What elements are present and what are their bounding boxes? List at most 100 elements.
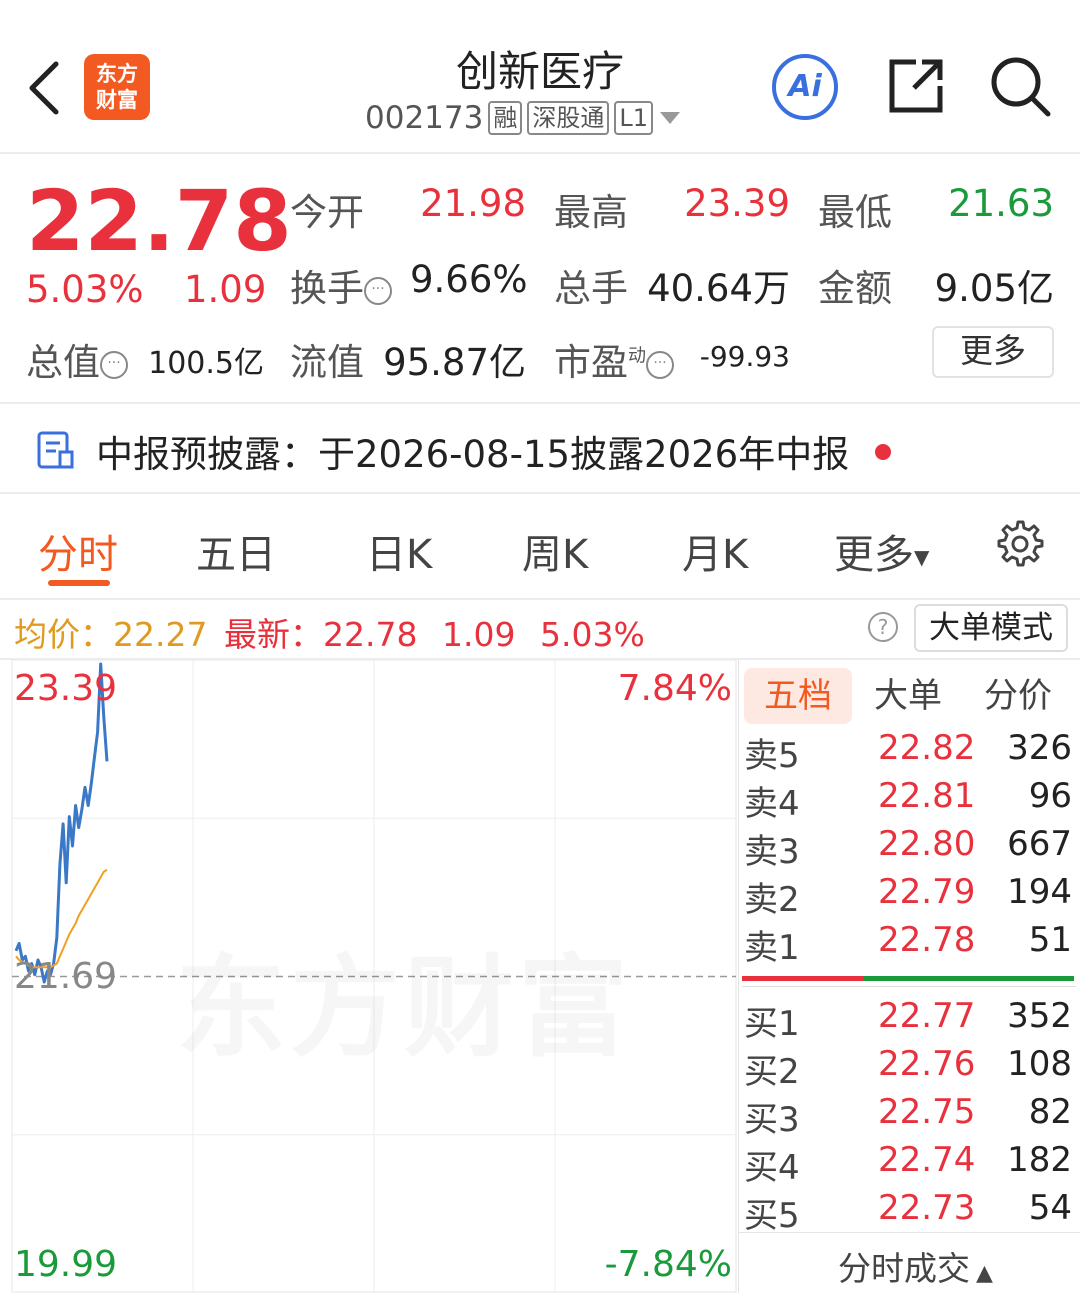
high-label: 最高 <box>554 191 628 234</box>
bid-level-row[interactable]: 买3 22.75 82 <box>738 1092 1080 1140</box>
time-sales-toggle[interactable]: 分时成交 ▲ <box>838 1242 993 1290</box>
tab-monthly-k[interactable]: 月K <box>682 522 748 580</box>
level-label: 卖4 <box>744 784 800 824</box>
level-label: 卖2 <box>744 880 800 920</box>
bid-level-row[interactable]: 买4 22.74 182 <box>738 1140 1080 1188</box>
ask-level-row[interactable]: 卖3 22.80 667 <box>738 824 1080 872</box>
turnover-value: 9.66% <box>410 258 528 301</box>
connect-tag: 深股通 <box>527 101 610 135</box>
y-axis-mid-label: 21.69 <box>14 956 118 997</box>
level-price: 22.74 <box>878 1140 976 1180</box>
book-separator <box>742 986 1076 987</box>
report-icon <box>37 431 74 469</box>
share-icon[interactable] <box>886 56 946 116</box>
more-quote-button[interactable]: 更多 <box>932 326 1054 378</box>
y-axis-top-label: 23.39 <box>14 668 118 709</box>
dropdown-triangle-icon[interactable] <box>658 110 682 126</box>
book-tab-big-orders[interactable]: 大单 <box>874 668 942 724</box>
book-tab-five-levels[interactable]: 五档 <box>744 668 852 724</box>
level-label: 买1 <box>744 1004 800 1044</box>
level-volume: 182 <box>1007 1140 1072 1180</box>
pe-label[interactable]: 市盈动 ··· <box>554 332 674 386</box>
level-price: 22.73 <box>878 1188 976 1228</box>
tab-five-day[interactable]: 五日 <box>196 522 276 580</box>
volume-label: 总手 <box>554 267 628 310</box>
level-price: 22.75 <box>878 1092 976 1132</box>
watermark: 东方财富 <box>176 918 632 1078</box>
stock-code: 002173 <box>365 100 484 136</box>
search-icon[interactable] <box>988 54 1052 118</box>
level-price: 22.82 <box>878 728 976 768</box>
tab-intraday[interactable]: 分时 <box>38 522 118 580</box>
latest-price: 最新：22.78 1.09 5.03% <box>224 615 645 654</box>
level-label: 买4 <box>744 1148 800 1188</box>
turnover-label[interactable]: 换手 ··· <box>290 258 392 312</box>
chart-tabs: 分时 五日 日K 周K 月K 更多▼ <box>0 494 1080 600</box>
level-volume: 352 <box>1007 996 1072 1036</box>
level-label: 买3 <box>744 1100 800 1140</box>
amount-value: 9.05亿 <box>934 267 1054 310</box>
level-label: 买5 <box>744 1196 800 1236</box>
stock-code-row[interactable]: 002173 融 深股通 L1 <box>365 100 682 136</box>
info-dots-icon[interactable]: ··· <box>646 350 674 379</box>
float-label: 流值 <box>290 341 364 384</box>
tab-weekly-k[interactable]: 周K <box>522 522 588 580</box>
notice-bar[interactable]: 中报预披露：于2026-08-15披露2026年中报 <box>0 404 1080 494</box>
level-price: 22.76 <box>878 1044 976 1084</box>
high-value: 23.39 <box>684 182 790 225</box>
bid-level-row[interactable]: 买5 22.73 54 <box>738 1188 1080 1236</box>
ask-level-row[interactable]: 卖4 22.81 96 <box>738 776 1080 824</box>
pct-axis-bottom-label: -7.84% <box>604 1244 732 1285</box>
unread-dot <box>875 444 891 460</box>
change-amount: 1.09 <box>184 268 267 311</box>
level-volume: 54 <box>1028 1188 1072 1228</box>
level-price: 22.81 <box>878 776 976 816</box>
pe-value: -99.93 <box>699 340 790 373</box>
big-order-mode-button[interactable]: 大单模式 <box>914 604 1068 652</box>
level-price: 22.78 <box>878 920 976 960</box>
change-percent: 5.03% <box>26 268 144 311</box>
level-label: 卖3 <box>744 832 800 872</box>
low-value: 21.63 <box>948 182 1054 225</box>
ask-level-row[interactable]: 卖2 22.79 194 <box>738 872 1080 920</box>
ask-level-row[interactable]: 卖5 22.82 326 <box>738 728 1080 776</box>
intraday-info-bar: 均价：22.27 最新：22.78 1.09 5.03% ? 大单模式 <box>0 600 1080 660</box>
bid-level-row[interactable]: 买1 22.77 352 <box>738 996 1080 1044</box>
quote-panel: 22.78 5.03% 1.09 今开 21.98 最高 23.39 最低 21… <box>0 154 1080 404</box>
caret-down-icon: ▼ <box>914 545 930 569</box>
ai-assistant-icon[interactable]: Ai <box>772 54 838 120</box>
open-value: 21.98 <box>420 182 526 225</box>
level-volume: 326 <box>1007 728 1072 768</box>
amount-label: 金额 <box>818 267 892 310</box>
info-dots-icon[interactable]: ··· <box>100 350 128 379</box>
tab-daily-k[interactable]: 日K <box>366 522 432 580</box>
level-volume: 667 <box>1007 824 1072 864</box>
level-label: 买2 <box>744 1052 800 1092</box>
bid-ratio-bar <box>864 976 1074 981</box>
ask-level-row[interactable]: 卖1 22.78 51 <box>738 920 1080 968</box>
book-tab-price-levels[interactable]: 分价 <box>984 668 1052 724</box>
low-label: 最低 <box>818 191 892 234</box>
help-icon[interactable]: ? <box>868 612 898 642</box>
level-price: 22.77 <box>878 996 976 1036</box>
level-price: 22.80 <box>878 824 976 864</box>
level-volume: 51 <box>1028 920 1072 960</box>
settings-gear-icon[interactable] <box>992 518 1044 570</box>
float-value: 95.87亿 <box>383 341 526 384</box>
level-volume: 82 <box>1028 1092 1072 1132</box>
tab-more[interactable]: 更多▼ <box>834 522 929 580</box>
order-book: 五档 大单 分价 卖5 22.82 326 卖4 22.81 96 卖3 22.80 667 卖2… <box>738 660 1080 1293</box>
avg-price-line <box>15 869 108 969</box>
last-price: 22.78 <box>26 172 292 270</box>
intraday-chart[interactable]: 东方财富 23.39 21.69 19.99 7.84% -7.84% <box>0 660 738 1293</box>
margin-tag: 融 <box>488 101 523 135</box>
info-dots-icon[interactable]: ··· <box>364 276 392 305</box>
app-header: 东方 财富 创新医疗 002173 融 深股通 L1 Ai <box>0 0 1080 154</box>
notice-text: 中报预披露：于2026-08-15披露2026年中报 <box>96 433 850 476</box>
level-volume: 194 <box>1007 872 1072 912</box>
footer-separator <box>738 1232 1080 1233</box>
mktcap-label[interactable]: 总值 ··· <box>26 332 128 386</box>
price-line <box>14 662 109 984</box>
mktcap-value: 100.5亿 <box>148 346 264 381</box>
bid-level-row[interactable]: 买2 22.76 108 <box>738 1044 1080 1092</box>
